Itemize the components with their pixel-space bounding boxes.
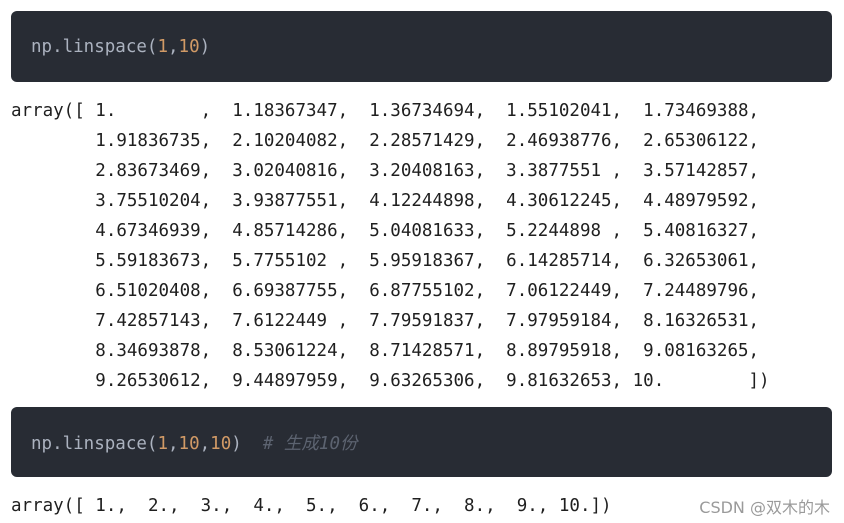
- output-line: 5.59183673, 5.7755102 , 5.95918367, 6.14…: [11, 251, 760, 271]
- output-line: 4.67346939, 4.85714286, 5.04081633, 5.22…: [11, 221, 760, 241]
- output-line: 6.51020408, 6.69387755, 6.87755102, 7.06…: [11, 281, 760, 301]
- code-arg-num: 10: [210, 433, 232, 454]
- code-arg-stop: 10: [178, 433, 200, 454]
- output-1: array([ 1. , 1.18367347, 1.36734694, 1.5…: [11, 96, 770, 396]
- code-arg-stop: 10: [178, 36, 200, 57]
- code-comment: # 生成10份: [262, 433, 358, 454]
- code-function: np.linspace(: [31, 433, 158, 454]
- code-close-paren: ): [231, 433, 263, 454]
- code-text-1: np.linspace(1,10): [31, 37, 210, 57]
- code-separator: ,: [167, 433, 179, 454]
- code-arg-start: 1: [157, 433, 168, 454]
- code-cell-2[interactable]: np.linspace(1,10,10) # 生成10份: [11, 407, 832, 477]
- code-close-paren: ): [199, 36, 211, 57]
- output-line: 8.34693878, 8.53061224, 8.71428571, 8.89…: [11, 341, 760, 361]
- code-cell-1[interactable]: np.linspace(1,10): [11, 11, 832, 82]
- output-line: 9.26530612, 9.44897959, 9.63265306, 9.81…: [11, 371, 770, 391]
- output-2: array([ 1., 2., 3., 4., 5., 6., 7., 8., …: [11, 492, 612, 520]
- code-text-2: np.linspace(1,10,10) # 生成10份: [31, 430, 358, 455]
- output-line: 1.91836735, 2.10204082, 2.28571429, 2.46…: [11, 131, 760, 151]
- code-arg-start: 1: [157, 36, 168, 57]
- output-line: 2.83673469, 3.02040816, 3.20408163, 3.38…: [11, 161, 760, 181]
- output-2-line: array([ 1., 2., 3., 4., 5., 6., 7., 8., …: [11, 496, 612, 516]
- output-line: array([ 1. , 1.18367347, 1.36734694, 1.5…: [11, 101, 760, 121]
- csdn-watermark: CSDN @双木的木: [699, 498, 830, 517]
- code-separator: ,: [199, 433, 211, 454]
- output-line: 3.75510204, 3.93877551, 4.12244898, 4.30…: [11, 191, 760, 211]
- code-separator: ,: [167, 36, 179, 57]
- output-line: 7.42857143, 7.6122449 , 7.79591837, 7.97…: [11, 311, 760, 331]
- code-function: np.linspace(: [31, 36, 158, 57]
